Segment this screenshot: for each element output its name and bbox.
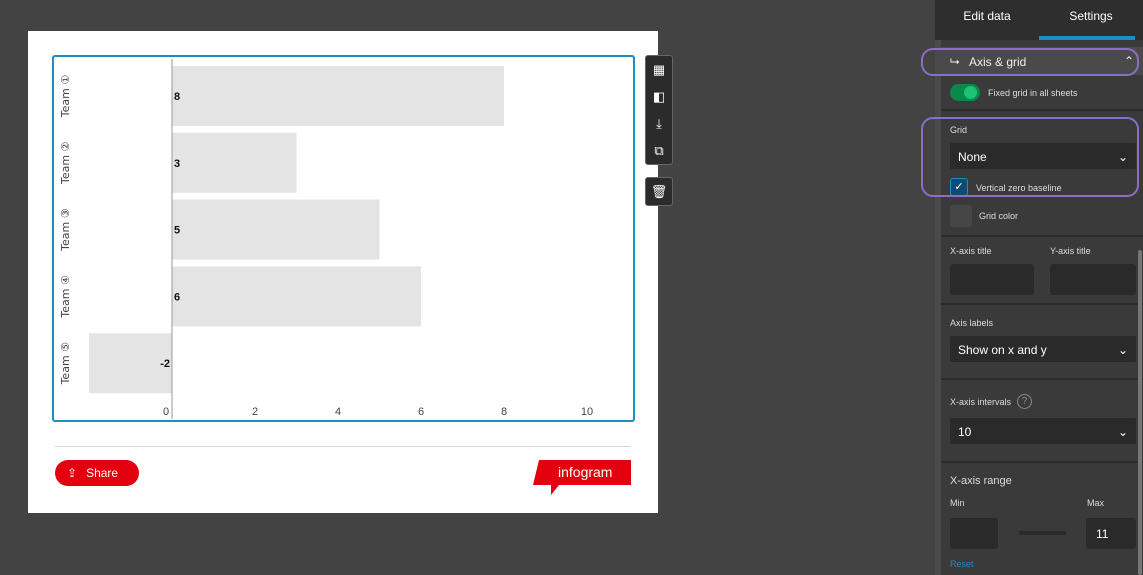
x-tick-label: 2 [252, 406, 258, 418]
x-range-label: X-axis range [950, 475, 1012, 487]
bar [172, 132, 297, 193]
infogram-logo[interactable]: infogram [533, 460, 631, 495]
duplicate-icon[interactable]: ⧉ [646, 137, 672, 164]
y-axis-title-label: Y-axis title [1050, 246, 1091, 256]
grid-color-swatch[interactable] [950, 205, 972, 227]
x-intervals-label: X-axis intervals [950, 397, 1012, 407]
data-label: 5 [174, 225, 180, 237]
highlight-grid-options [921, 117, 1139, 197]
element-toolbar: ▦ ◧ ⤓ ⧉ [645, 55, 673, 165]
x-tick-label: 4 [335, 406, 341, 418]
bar [172, 199, 380, 260]
tab-settings[interactable]: Settings [1039, 0, 1143, 40]
svg-text:infogram: infogram [558, 464, 612, 480]
category-label: Team ① [59, 75, 72, 119]
x-axis-title-label: X-axis title [950, 246, 992, 256]
highlight-axis-grid [921, 48, 1139, 76]
footer-divider [55, 446, 631, 447]
delete-toolbar: 🗑 [645, 177, 673, 206]
trash-icon[interactable]: 🗑 [646, 178, 672, 205]
bar-chart: 8 Team ① 3 Team ② 5 Team ③ 6 Team ④ -2 Team ⑤ 0 2 4 6… [59, 59, 593, 419]
reset-link[interactable]: Reset [950, 559, 974, 569]
x-axis-title-input[interactable] [950, 264, 1034, 295]
x-range-min-input[interactable] [950, 518, 998, 549]
bar [172, 66, 504, 126]
swap-icon[interactable]: ◧ [646, 83, 672, 110]
data-label: -2 [160, 358, 170, 370]
category-label: Team ② [59, 141, 72, 185]
min-label: Min [950, 498, 965, 508]
axis-labels-label: Axis labels [950, 318, 994, 328]
tab-edit-data[interactable]: Edit data [935, 0, 1039, 40]
category-label: Team ⑤ [59, 342, 72, 386]
bar [172, 266, 421, 327]
share-icon: ⇪ [67, 466, 78, 480]
x-range-max-input[interactable]: 11 [1086, 518, 1136, 549]
category-label: Team ③ [59, 208, 72, 252]
data-label: 6 [174, 291, 180, 303]
settings-panel: Edit data Settings ⮡ Axis & grid ⌃ Fixed… [935, 0, 1143, 575]
x-intervals-select[interactable]: 10 ⌄ [950, 418, 1136, 444]
x-tick-label: 8 [501, 406, 507, 418]
grid-icon[interactable]: ▦ [646, 56, 672, 83]
data-label: 3 [174, 158, 180, 170]
max-label: Max [1087, 498, 1105, 508]
x-tick-label: 10 [581, 406, 593, 418]
help-icon[interactable]: ? [1017, 394, 1032, 409]
fixed-grid-toggle[interactable] [950, 84, 980, 101]
data-label: 8 [174, 91, 180, 103]
category-label: Team ④ [59, 275, 72, 319]
axis-labels-select[interactable]: Show on x and y ⌄ [950, 336, 1136, 362]
download-icon[interactable]: ⤓ [646, 110, 672, 137]
panel-scrollbar[interactable] [1138, 250, 1142, 575]
grid-color-label: Grid color [979, 211, 1019, 221]
share-button[interactable]: ⇪ Share [55, 460, 139, 486]
share-label: Share [86, 466, 119, 480]
y-axis-title-input[interactable] [1050, 264, 1136, 295]
x-tick-label: 6 [418, 406, 424, 418]
x-tick-label: 0 [163, 406, 169, 418]
range-dash [1019, 531, 1066, 535]
fixed-grid-label: Fixed grid in all sheets [988, 88, 1078, 98]
